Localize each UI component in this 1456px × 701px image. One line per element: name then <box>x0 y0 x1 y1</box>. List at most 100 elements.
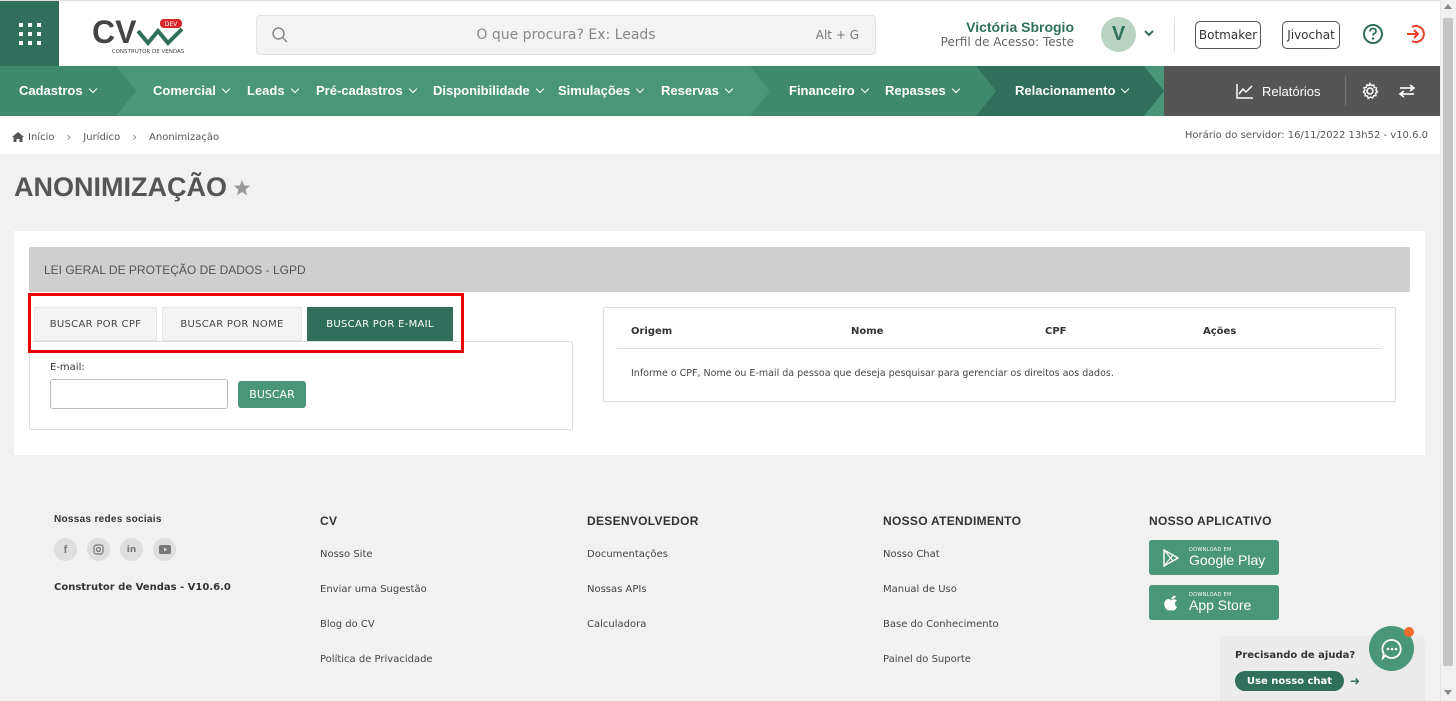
nav-label: Pré-cadastros <box>316 83 403 98</box>
page-title: ANONIMIZAÇÃO <box>14 172 227 202</box>
nav-pre-cadastros[interactable]: Pré-cadastros <box>316 83 417 98</box>
cv-logo[interactable]: CV DEV CONSTRUTOR DE VENDAS <box>90 13 190 57</box>
link-base-conhecimento[interactable]: Base do Conhecimento <box>883 619 999 630</box>
nav-leads[interactable]: Leads <box>247 83 299 98</box>
footer-cv-title: CV <box>320 514 338 528</box>
email-label: E-mail: <box>50 362 85 373</box>
help-icon[interactable] <box>1362 23 1384 45</box>
scroll-thumb[interactable] <box>1443 18 1453 666</box>
buscar-button[interactable]: BUSCAR <box>238 381 306 408</box>
nav-relacionamento[interactable]: Relacionamento <box>1015 83 1130 98</box>
chevron-down-icon[interactable] <box>1143 27 1155 39</box>
footer-cv: CV <box>320 514 337 528</box>
footer-aplicativo: NOSSO APLICATIVO <box>1149 514 1272 528</box>
swap-icon[interactable] <box>1398 84 1416 98</box>
scroll-up-arrow[interactable] <box>1444 4 1452 9</box>
gear-icon[interactable] <box>1361 82 1379 100</box>
google-play-button[interactable]: DOWNLOAD EM Google Play <box>1149 540 1279 575</box>
results-table: Origem Nome CPF Ações Informe o CPF, Nom… <box>603 307 1396 402</box>
link-nosso-site[interactable]: Nosso Site <box>320 549 373 560</box>
apple-icon <box>1164 595 1177 611</box>
chevron-down-icon <box>951 84 960 94</box>
link-nosso-chat[interactable]: Nosso Chat <box>883 549 940 560</box>
nav-relatorios[interactable]: Relatórios <box>1236 83 1321 99</box>
social-title: Nossas redes sociais <box>54 514 162 525</box>
google-play-big: Google Play <box>1189 552 1266 568</box>
navbar-divider <box>1345 76 1346 106</box>
play-store-icon <box>1163 548 1179 567</box>
main-navbar: Cadastros Comercial Leads Pré-cadastros … <box>0 66 1440 116</box>
global-search[interactable]: O que procura? Ex: Leads Alt + G <box>256 15 876 55</box>
chevron-down-icon <box>88 84 97 94</box>
notification-dot <box>1404 627 1414 637</box>
nav-reservas[interactable]: Reservas <box>661 83 734 98</box>
breadcrumb-juridico[interactable]: Jurídico <box>83 132 120 143</box>
server-time: Horário do servidor: 16/11/2022 13h52 - … <box>1184 130 1428 141</box>
link-painel-suporte[interactable]: Painel do Suporte <box>883 654 971 665</box>
table-divider <box>617 348 1382 349</box>
nav-label: Simulações <box>558 83 631 98</box>
arrow-right-icon[interactable]: ➜ <box>1350 674 1360 688</box>
logo-badge: DEV <box>165 21 178 28</box>
nav-label: Repasses <box>885 83 946 98</box>
logout-icon[interactable] <box>1404 23 1426 45</box>
use-chat-button[interactable]: Use nosso chat <box>1235 671 1344 691</box>
link-politica-privacidade[interactable]: Política de Privacidade <box>320 654 433 665</box>
nav-financeiro[interactable]: Financeiro <box>789 83 869 98</box>
chevron-down-icon <box>535 84 545 94</box>
jivochat-button[interactable]: Jivochat <box>1282 21 1340 49</box>
link-documentacoes[interactable]: Documentações <box>587 549 668 560</box>
app-store-big: App Store <box>1189 597 1252 613</box>
linkedin-icon[interactable]: in <box>120 538 143 561</box>
nav-disponibilidade[interactable]: Disponibilidade <box>433 83 545 98</box>
email-search-form: E-mail: BUSCAR <box>29 341 573 430</box>
star-icon[interactable] <box>233 179 251 197</box>
app-store-text: DOWNLOAD EM App Store <box>1189 592 1251 613</box>
app-store-button[interactable]: DOWNLOAD EM App Store <box>1149 585 1279 620</box>
botmaker-button[interactable]: Botmaker <box>1195 21 1261 49</box>
chevron-down-icon <box>860 84 869 94</box>
home-icon[interactable] <box>12 132 24 142</box>
chevron-right-icon: › <box>132 130 138 144</box>
column-header-origem: Origem <box>631 326 673 337</box>
avatar[interactable]: V <box>1101 17 1136 52</box>
breadcrumb-anonimizacao: Anonimização <box>149 131 220 143</box>
nav-cadastros[interactable]: Cadastros <box>19 83 97 98</box>
facebook-icon[interactable]: f <box>54 538 77 561</box>
link-calculadora[interactable]: Calculadora <box>587 619 646 630</box>
page-title-wrapper: ANONIMIZAÇÃO <box>14 172 251 203</box>
breadcrumb: Início › Jurídico › Anonimização <box>12 130 219 144</box>
link-blog[interactable]: Blog do CV <box>320 619 375 630</box>
logo-text: CV <box>92 14 137 50</box>
scroll-down-arrow[interactable] <box>1444 690 1452 695</box>
footer-dev-title: DESENVOLVEDOR <box>587 514 699 528</box>
nav-label: Disponibilidade <box>433 83 530 98</box>
nav-repasses[interactable]: Repasses <box>885 83 960 98</box>
nav-label: Comercial <box>153 83 216 98</box>
column-header-nome: Nome <box>851 326 884 337</box>
nav-simulacoes[interactable]: Simulações <box>558 83 645 98</box>
youtube-icon[interactable] <box>153 538 176 561</box>
link-enviar-sugestao[interactable]: Enviar uma Sugestão <box>320 584 427 595</box>
user-name[interactable]: Victória Sbrogio <box>966 19 1074 35</box>
column-header-cpf: CPF <box>1045 326 1067 337</box>
breadcrumb-bar: Início › Jurídico › Anonimização Horário… <box>0 116 1440 154</box>
breadcrumb-inicio[interactable]: Início <box>28 132 54 143</box>
footer-desenvolvedor: DESENVOLVEDOR <box>587 514 699 528</box>
link-manual-uso[interactable]: Manual de Uso <box>883 584 957 595</box>
footer-app-title: NOSSO APLICATIVO <box>1149 514 1272 528</box>
search-placeholder: O que procura? Ex: Leads <box>476 27 656 43</box>
search-shortcut-hint: Alt + G <box>815 28 859 42</box>
chevron-down-icon <box>636 84 645 94</box>
instagram-icon[interactable] <box>87 538 110 561</box>
email-field[interactable] <box>50 379 228 409</box>
chevron-down-icon <box>221 84 231 94</box>
footer-social: Nossas redes sociais <box>54 514 162 525</box>
help-question: Precisando de ajuda? <box>1235 650 1356 661</box>
chevron-right-icon: › <box>66 130 72 144</box>
apps-menu-button[interactable] <box>0 1 59 67</box>
highlight-box <box>28 293 464 353</box>
link-nossas-apis[interactable]: Nossas APIs <box>587 584 647 595</box>
nav-comercial[interactable]: Comercial <box>153 83 231 98</box>
app-version: Construtor de Vendas - V10.6.0 <box>54 582 231 593</box>
